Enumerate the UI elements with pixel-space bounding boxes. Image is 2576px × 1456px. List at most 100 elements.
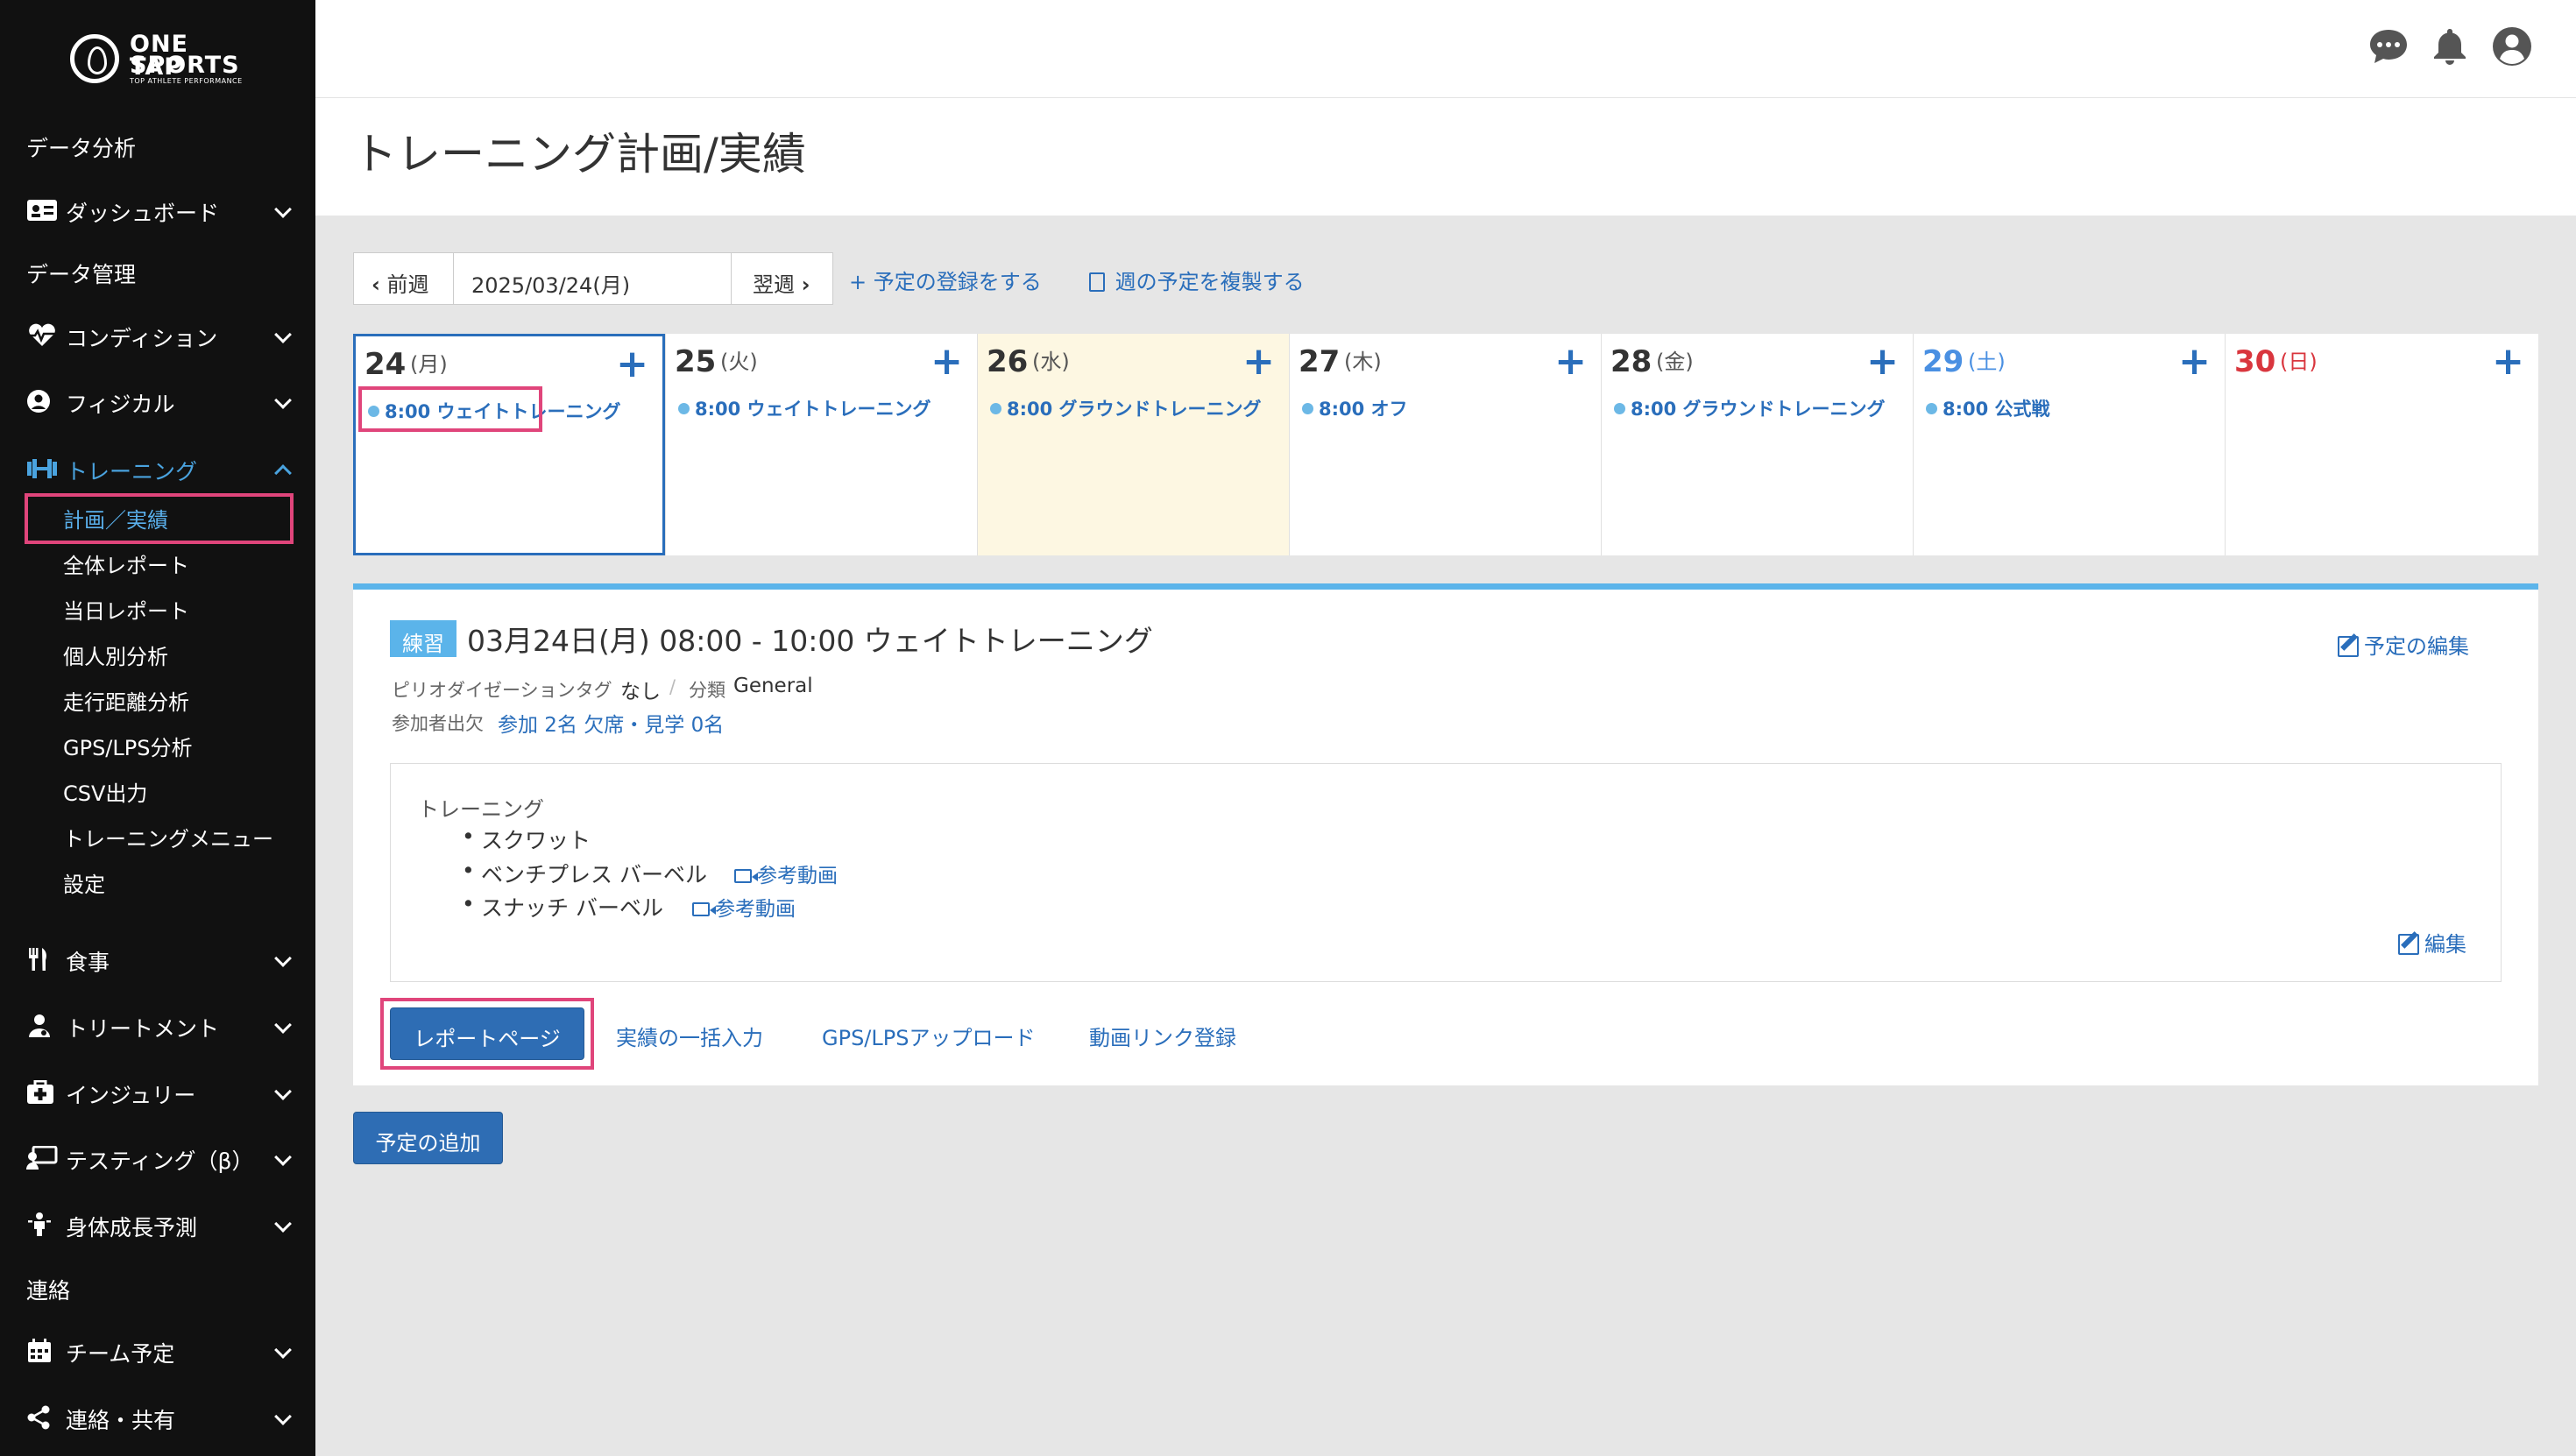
calendar-event[interactable]: 8:00 グラウンドトレーニング	[990, 395, 1262, 421]
prev-week-label: 前週	[386, 272, 429, 297]
nav-team-schedule-label: チーム予定	[66, 1341, 175, 1367]
day-cell[interactable]: 24 (月) + 8:00 ウェイトトレーニング	[353, 334, 665, 555]
nav-meal-label: 食事	[66, 950, 110, 975]
periodization-value: なし	[620, 681, 661, 703]
nav-dashboard[interactable]: ダッシュボード	[0, 184, 315, 237]
edit-schedule-label: 予定の編集	[2364, 634, 2469, 659]
video-link-register-link[interactable]: 動画リンク登録	[1089, 1021, 1236, 1051]
nav-growth-label: 身体成長予測	[66, 1215, 198, 1240]
nav-growth-prediction[interactable]: 身体成長予測	[0, 1198, 315, 1251]
sub-individual-analysis[interactable]: 個人別分析	[63, 640, 168, 670]
event-dot-icon	[1302, 403, 1313, 414]
nav-training[interactable]: トレーニング	[0, 442, 315, 495]
nav-share-label: 連絡・共有	[66, 1408, 176, 1433]
top-bar	[315, 0, 2576, 98]
day-number: 25	[675, 344, 717, 379]
calendar-icon	[28, 1339, 51, 1362]
event-dot-icon	[1614, 403, 1625, 414]
plus-icon: +	[849, 270, 867, 294]
chevron-down-icon	[274, 392, 292, 409]
day-cell[interactable]: 27 (木) + 8:00 オフ	[1289, 334, 1601, 555]
event-type-badge: 練習	[390, 620, 456, 657]
copy-week-link[interactable]: 週の予定を複製する	[1089, 265, 1305, 295]
chevron-down-icon	[274, 1016, 292, 1034]
event-dot-icon	[678, 403, 690, 414]
day-number: 29	[1922, 344, 1964, 379]
event-dot-icon	[990, 403, 1001, 414]
nav-meal[interactable]: 食事	[0, 933, 315, 986]
add-event-icon[interactable]: +	[1866, 339, 1899, 384]
nav-physical-label: フィジカル	[66, 392, 175, 417]
day-number: 28	[1610, 344, 1652, 379]
add-event-icon[interactable]: +	[2492, 339, 2524, 384]
reference-video-link[interactable]: 参考動画	[692, 892, 796, 922]
sub-settings[interactable]: 設定	[63, 867, 105, 898]
bulk-input-link[interactable]: 実績の一括入力	[616, 1021, 763, 1051]
calendar-event[interactable]: 8:00 オフ	[1302, 395, 1408, 421]
nav-testing[interactable]: テスティング（β）	[0, 1132, 315, 1184]
copy-icon	[1089, 272, 1105, 292]
nav-physical[interactable]: フィジカル	[0, 375, 315, 428]
day-cell[interactable]: 26 (水) + 8:00 グラウンドトレーニング	[977, 334, 1289, 555]
copy-week-label: 週の予定を複製する	[1115, 270, 1305, 294]
day-cell[interactable]: 25 (火) + 8:00 ウェイトトレーニング	[665, 334, 977, 555]
add-event-icon[interactable]: +	[1554, 339, 1587, 384]
brand-logo[interactable]: ONE TAP SPORTS TOP ATHLETE PERFORMANCE	[70, 32, 245, 86]
day-cell[interactable]: 29 (土) + 8:00 公式戦	[1913, 334, 2225, 555]
reference-video-label: 参考動画	[757, 865, 838, 887]
nav-testing-label: テスティング（β）	[66, 1149, 254, 1174]
brand-tagline: TOP ATHLETE PERFORMANCE	[130, 77, 243, 85]
date-input[interactable]: 2025/03/24(月)	[453, 252, 732, 305]
sub-distance-analysis[interactable]: 走行距離分析	[63, 685, 189, 716]
section-data-management: データ管理	[26, 262, 137, 287]
calendar-event[interactable]: 8:00 グラウンドトレーニング	[1614, 395, 1886, 421]
chevron-down-icon	[274, 1149, 292, 1166]
register-schedule-link[interactable]: + 予定の登録をする	[849, 265, 1042, 295]
reference-video-link[interactable]: 参考動画	[734, 859, 838, 888]
day-number: 27	[1299, 344, 1341, 379]
add-event-icon[interactable]: +	[616, 342, 648, 386]
dumbbell-icon	[27, 459, 57, 478]
nav-treatment[interactable]: トリートメント	[0, 1000, 315, 1052]
sub-csv-export[interactable]: CSV出力	[63, 776, 147, 807]
add-event-icon[interactable]: +	[1242, 339, 1275, 384]
nav-share[interactable]: 連絡・共有	[0, 1391, 315, 1444]
sub-training-menu[interactable]: トレーニングメニュー	[63, 822, 273, 852]
share-nodes-icon	[27, 1405, 50, 1430]
next-week-button[interactable]: 翌週 ›	[731, 252, 833, 305]
nav-injury[interactable]: インジュリー	[0, 1066, 315, 1119]
day-cell[interactable]: 28 (金) + 8:00 グラウンドトレーニング	[1601, 334, 1913, 555]
chat-icon[interactable]	[2368, 26, 2409, 67]
nav-condition[interactable]: コンディション	[0, 309, 315, 362]
sub-day-report[interactable]: 当日レポート	[63, 594, 189, 625]
gps-upload-link[interactable]: GPS/LPSアップロード	[822, 1021, 1035, 1051]
add-event-icon[interactable]: +	[931, 339, 963, 384]
calendar-event[interactable]: 8:00 公式戦	[1926, 395, 2050, 421]
edit-schedule-link[interactable]: 予定の編集	[2338, 629, 2469, 660]
utensils-icon	[29, 948, 46, 971]
logo-icon	[70, 34, 119, 83]
day-of-week: (金)	[1656, 350, 1694, 374]
nav-injury-label: インジュリー	[66, 1083, 196, 1108]
sub-overall-report[interactable]: 全体レポート	[63, 548, 189, 579]
bell-icon[interactable]	[2430, 26, 2470, 67]
attendance-link[interactable]: 参加 2名 欠席・見学 0名	[498, 708, 724, 738]
calendar-event[interactable]: 8:00 ウェイトトレーニング	[678, 395, 931, 421]
video-camera-icon	[734, 869, 752, 883]
edit-training-link[interactable]: 編集	[2398, 927, 2466, 958]
add-schedule-button[interactable]: 予定の追加	[353, 1112, 503, 1164]
day-cell[interactable]: 30 (日) +	[2225, 334, 2538, 555]
nav-team-schedule[interactable]: チーム予定	[0, 1325, 315, 1377]
sidebar: ONE TAP SPORTS TOP ATHLETE PERFORMANCE デ…	[0, 0, 315, 1456]
section-data-analysis: データ分析	[26, 136, 137, 161]
chevron-down-icon	[274, 950, 292, 967]
user-avatar-icon[interactable]	[2492, 26, 2532, 67]
chevron-down-icon	[274, 1341, 292, 1359]
periodization-label: ピリオダイゼーションタグ	[392, 680, 612, 701]
prev-week-button[interactable]: ‹ 前週	[353, 252, 454, 305]
edit-training-label: 編集	[2424, 932, 2466, 957]
nav-training-label: トレーニング	[66, 459, 198, 484]
id-card-icon	[27, 200, 57, 221]
sub-gps-analysis[interactable]: GPS/LPS分析	[63, 731, 192, 761]
add-event-icon[interactable]: +	[2178, 339, 2211, 384]
